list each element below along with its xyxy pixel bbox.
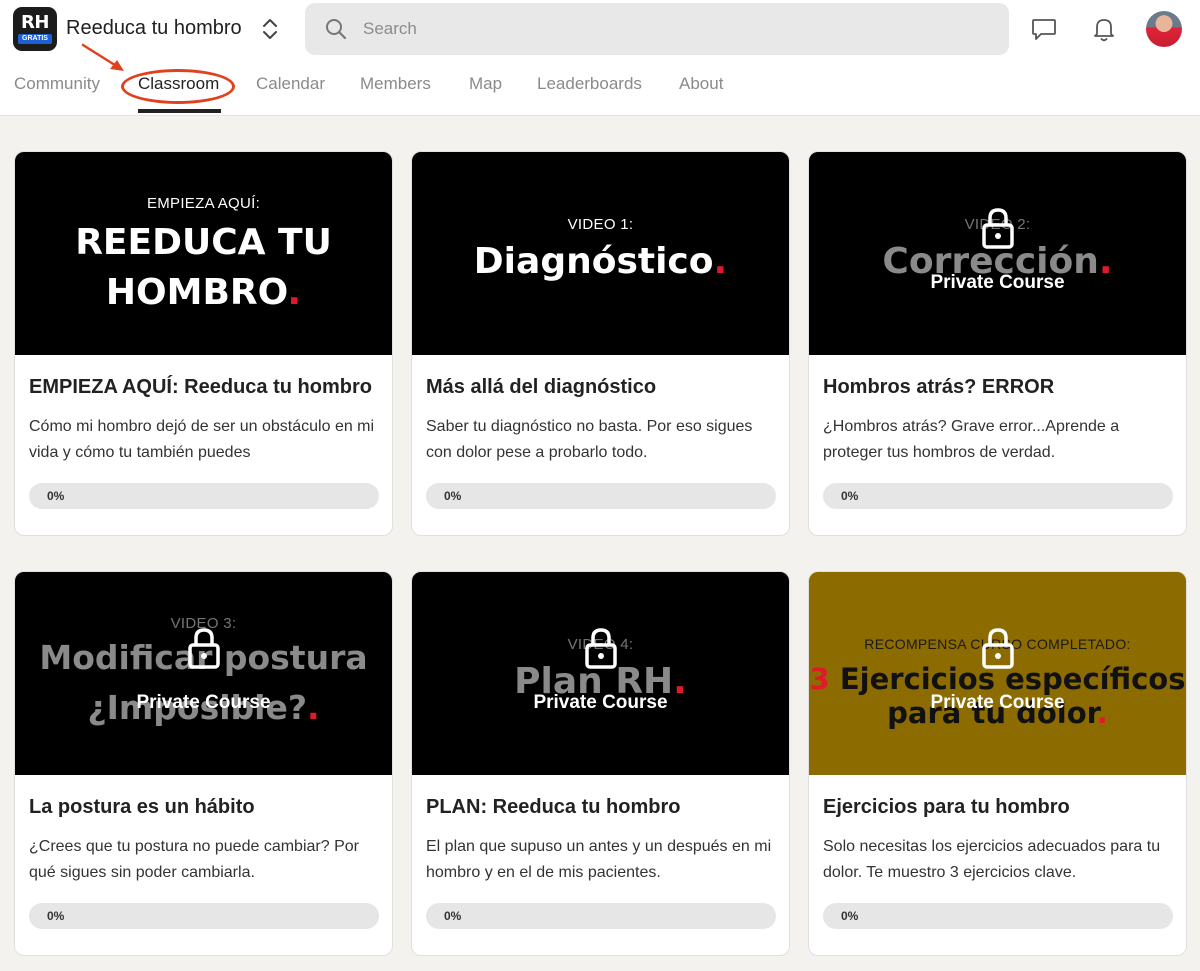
lock-icon <box>187 628 220 669</box>
tab-about[interactable]: About <box>679 74 723 94</box>
locked-overlay: Private Course <box>412 572 789 775</box>
progress-label: 0% <box>444 489 462 503</box>
course-card[interactable]: VIDEO 4: Plan RH. Private Course PLAN: R… <box>411 571 790 956</box>
course-title[interactable]: Más allá del diagnóstico <box>426 376 656 399</box>
chat-icon[interactable] <box>1030 15 1058 43</box>
switch-group-icon[interactable] <box>258 16 282 42</box>
private-course-label: Private Course <box>930 692 1065 713</box>
tab-map[interactable]: Map <box>469 74 502 94</box>
course-thumbnail: VIDEO 2: Corrección. Private Course <box>809 152 1186 355</box>
bell-icon[interactable] <box>1090 15 1118 43</box>
search-icon <box>326 19 347 40</box>
course-progress-bar: 0% <box>823 903 1173 929</box>
course-card[interactable]: VIDEO 3: Modificar postura ¿Imposible?. … <box>14 571 393 956</box>
course-thumbnail: VIDEO 1: Diagnóstico. <box>412 152 789 355</box>
private-course-label: Private Course <box>533 692 668 713</box>
course-description: ¿Hombros atrás? Grave error...Aprende a … <box>823 418 1120 461</box>
thumbnail-headline: HOMBRO. <box>105 272 302 313</box>
course-progress-bar: 0% <box>823 483 1173 509</box>
logo-badge: GRATIS <box>18 34 52 44</box>
avatar[interactable] <box>1146 11 1182 47</box>
logo-text: RH <box>21 12 49 33</box>
thumbnail-headline: REEDUCA TU <box>75 222 332 263</box>
course-description: Solo necesitas los ejercicios adecuados … <box>823 838 1161 881</box>
progress-label: 0% <box>444 909 462 923</box>
tab-leaderboards[interactable]: Leaderboards <box>537 74 642 94</box>
course-title[interactable]: EMPIEZA AQUÍ: Reeduca tu hombro <box>29 376 372 399</box>
lock-icon <box>981 208 1014 249</box>
locked-overlay: Private Course <box>15 572 392 775</box>
course-thumbnail: VIDEO 3: Modificar postura ¿Imposible?. … <box>15 572 392 775</box>
course-progress-bar: 0% <box>29 903 379 929</box>
annotation-arrow-icon <box>81 43 124 71</box>
active-tab-indicator <box>138 109 221 113</box>
course-description: Saber tu diagnóstico no basta. Por eso s… <box>426 418 753 461</box>
course-title[interactable]: Hombros atrás? ERROR <box>823 376 1054 399</box>
lock-icon <box>584 628 617 669</box>
course-card[interactable]: VIDEO 1: Diagnóstico. Más allá del diagn… <box>411 151 790 536</box>
course-description: Cómo mi hombro dejó de ser un obstáculo … <box>29 418 375 461</box>
thumbnail-kicker: EMPIEZA AQUÍ: <box>146 195 261 212</box>
search-bar[interactable] <box>305 3 1009 55</box>
progress-label: 0% <box>47 489 65 503</box>
progress-label: 0% <box>841 489 859 503</box>
search-input[interactable] <box>363 3 983 55</box>
progress-label: 0% <box>841 909 859 923</box>
course-card[interactable]: RECOMPENSA CURSO COMPLETADO: 3 Ejercicio… <box>808 571 1187 956</box>
course-thumbnail: VIDEO 4: Plan RH. Private Course <box>412 572 789 775</box>
group-name[interactable]: Reeduca tu hombro <box>66 17 242 40</box>
course-title[interactable]: PLAN: Reeduca tu hombro <box>426 796 680 819</box>
course-description: ¿Crees que tu postura no puede cambiar? … <box>29 838 359 881</box>
locked-overlay: Private Course <box>809 152 1186 355</box>
course-title[interactable]: Ejercicios para tu hombro <box>823 796 1070 819</box>
group-logo[interactable]: RH GRATIS <box>13 7 57 51</box>
course-card[interactable]: VIDEO 2: Corrección. Private Course Homb… <box>808 151 1187 536</box>
private-course-label: Private Course <box>930 272 1065 293</box>
tab-members[interactable]: Members <box>360 74 431 94</box>
tab-calendar[interactable]: Calendar <box>256 74 325 94</box>
course-thumbnail: RECOMPENSA CURSO COMPLETADO: 3 Ejercicio… <box>809 572 1186 775</box>
thumbnail-headline: Diagnóstico. <box>473 241 728 282</box>
course-progress-bar: 0% <box>426 483 776 509</box>
locked-overlay: Private Course <box>809 572 1186 775</box>
private-course-label: Private Course <box>136 692 271 713</box>
thumbnail-kicker: VIDEO 1: <box>567 216 634 233</box>
progress-label: 0% <box>47 909 65 923</box>
course-thumbnail: EMPIEZA AQUÍ: REEDUCA TU HOMBRO. <box>15 152 392 355</box>
course-progress-bar: 0% <box>29 483 379 509</box>
course-description: El plan que supuso un antes y un después… <box>426 838 772 881</box>
course-progress-bar: 0% <box>426 903 776 929</box>
annotation-highlight-oval <box>121 69 235 104</box>
course-card[interactable]: EMPIEZA AQUÍ: REEDUCA TU HOMBRO. EMPIEZA… <box>14 151 393 536</box>
lock-icon <box>981 628 1014 669</box>
course-title[interactable]: La postura es un hábito <box>29 796 255 819</box>
